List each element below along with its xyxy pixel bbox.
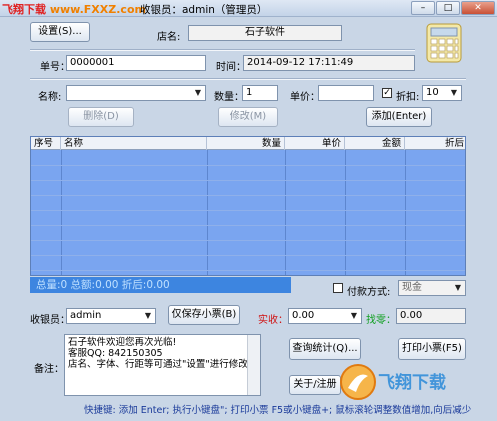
- store-name-field: 石子软件: [188, 25, 342, 41]
- cashier-combo[interactable]: admin ▼: [66, 308, 156, 324]
- chevron-down-icon[interactable]: ▼: [452, 282, 464, 294]
- item-name-label: 名称:: [38, 92, 62, 103]
- received-value: 0.00: [292, 310, 315, 321]
- grid-line: [285, 150, 286, 275]
- column-header-discounted[interactable]: 折后: [405, 137, 465, 150]
- column-header-amount[interactable]: 金额: [345, 137, 405, 150]
- grid-line: [31, 210, 465, 211]
- table-header: 序号 名称 数量 单价 金额 折后: [31, 137, 465, 150]
- unit-price-label: 单价：: [290, 92, 320, 103]
- cashier-label: 收银员：: [30, 315, 70, 326]
- watermark-logo: 飞翔下载 www.FXXZ.com: [2, 3, 146, 16]
- grid-line: [405, 150, 406, 275]
- watermark-badge-logo: 飞翔下载: [338, 362, 466, 402]
- quantity-field[interactable]: 1: [242, 85, 278, 101]
- grid-line: [207, 150, 208, 275]
- discount-label: 折扣:: [396, 92, 420, 103]
- maximize-button[interactable]: □: [436, 1, 460, 15]
- entry-divider: [30, 78, 466, 80]
- time-label: 时间：: [216, 62, 246, 73]
- notes-scrollbar[interactable]: [247, 335, 260, 395]
- column-header-name[interactable]: 名称: [61, 137, 207, 150]
- received-combo[interactable]: 0.00 ▼: [288, 308, 362, 324]
- grid-line: [31, 180, 465, 181]
- change-label: 找零：: [366, 315, 396, 326]
- chevron-down-icon[interactable]: ▼: [448, 87, 460, 99]
- edit-button[interactable]: 修改(M): [218, 107, 278, 127]
- svg-text:飞翔下载: 飞翔下载: [378, 372, 446, 393]
- payment-method-label: 付款方式:: [347, 287, 391, 298]
- grid-line: [31, 225, 465, 226]
- discount-combo[interactable]: 10 ▼: [422, 85, 462, 101]
- cashier-value: admin: [70, 310, 102, 321]
- discount-checkbox[interactable]: ✓: [382, 88, 392, 98]
- order-number-field[interactable]: 0000001: [66, 55, 206, 71]
- received-label: 实收：: [258, 315, 288, 326]
- quantity-label: 数量：: [214, 92, 244, 103]
- close-button[interactable]: ✕: [461, 1, 495, 15]
- item-name-combo[interactable]: ▼: [66, 85, 206, 101]
- chevron-down-icon[interactable]: ▼: [192, 87, 204, 99]
- notes-label: 备注：: [34, 364, 64, 375]
- add-button[interactable]: 添加(Enter): [366, 107, 432, 127]
- column-header-index[interactable]: 序号: [31, 137, 61, 150]
- discount-value: 10: [426, 87, 439, 98]
- header-divider: [30, 49, 415, 51]
- column-header-quantity[interactable]: 数量: [207, 137, 285, 150]
- save-ticket-button[interactable]: 仅保存小票(B): [168, 305, 240, 325]
- shortcut-hint: 快捷键: 添加 Enter; 执行小键盘"; 打印小票 F5或小键盘+; 鼠标滚…: [0, 404, 497, 421]
- chevron-down-icon[interactable]: ▼: [348, 310, 360, 322]
- delete-button[interactable]: 删除(D): [68, 107, 134, 127]
- settings-button[interactable]: 设置(S)...: [30, 22, 90, 42]
- summary-bar: 总量:0 总额:0.00 折后:0.00: [30, 277, 291, 293]
- payment-method-combo[interactable]: 现金 ▼: [398, 280, 466, 296]
- notes-textarea[interactable]: 石子软件欢迎您再次光临! 客服QQ: 842150305 店名、字体、行距等可通…: [64, 334, 261, 396]
- time-field: 2014-09-12 17:11:49: [243, 55, 415, 71]
- items-table[interactable]: 序号 名称 数量 单价 金额 折后: [30, 136, 466, 276]
- about-register-button[interactable]: 关于/注册: [289, 375, 341, 395]
- store-name-label: 店名:: [157, 32, 181, 43]
- print-ticket-button[interactable]: 打印小票(F5): [398, 338, 466, 360]
- grid-line: [31, 195, 465, 196]
- column-header-unit-price[interactable]: 单价: [285, 137, 345, 150]
- chevron-down-icon[interactable]: ▼: [142, 310, 154, 322]
- grid-line: [31, 270, 465, 271]
- window-title: 收银员：admin（管理员）: [140, 4, 268, 16]
- grid-line: [31, 255, 465, 256]
- grid-line: [31, 165, 465, 166]
- payment-method-checkbox[interactable]: [333, 283, 343, 293]
- payment-method-value: 现金: [402, 282, 422, 293]
- query-stats-button[interactable]: 查询统计(Q)...: [289, 338, 361, 360]
- unit-price-field[interactable]: [318, 85, 374, 101]
- grid-line: [31, 240, 465, 241]
- minimize-button[interactable]: –: [411, 1, 435, 15]
- change-field: 0.00: [396, 308, 466, 324]
- grid-line: [345, 150, 346, 275]
- calculator-icon[interactable]: [425, 22, 463, 64]
- grid-line: [61, 150, 62, 275]
